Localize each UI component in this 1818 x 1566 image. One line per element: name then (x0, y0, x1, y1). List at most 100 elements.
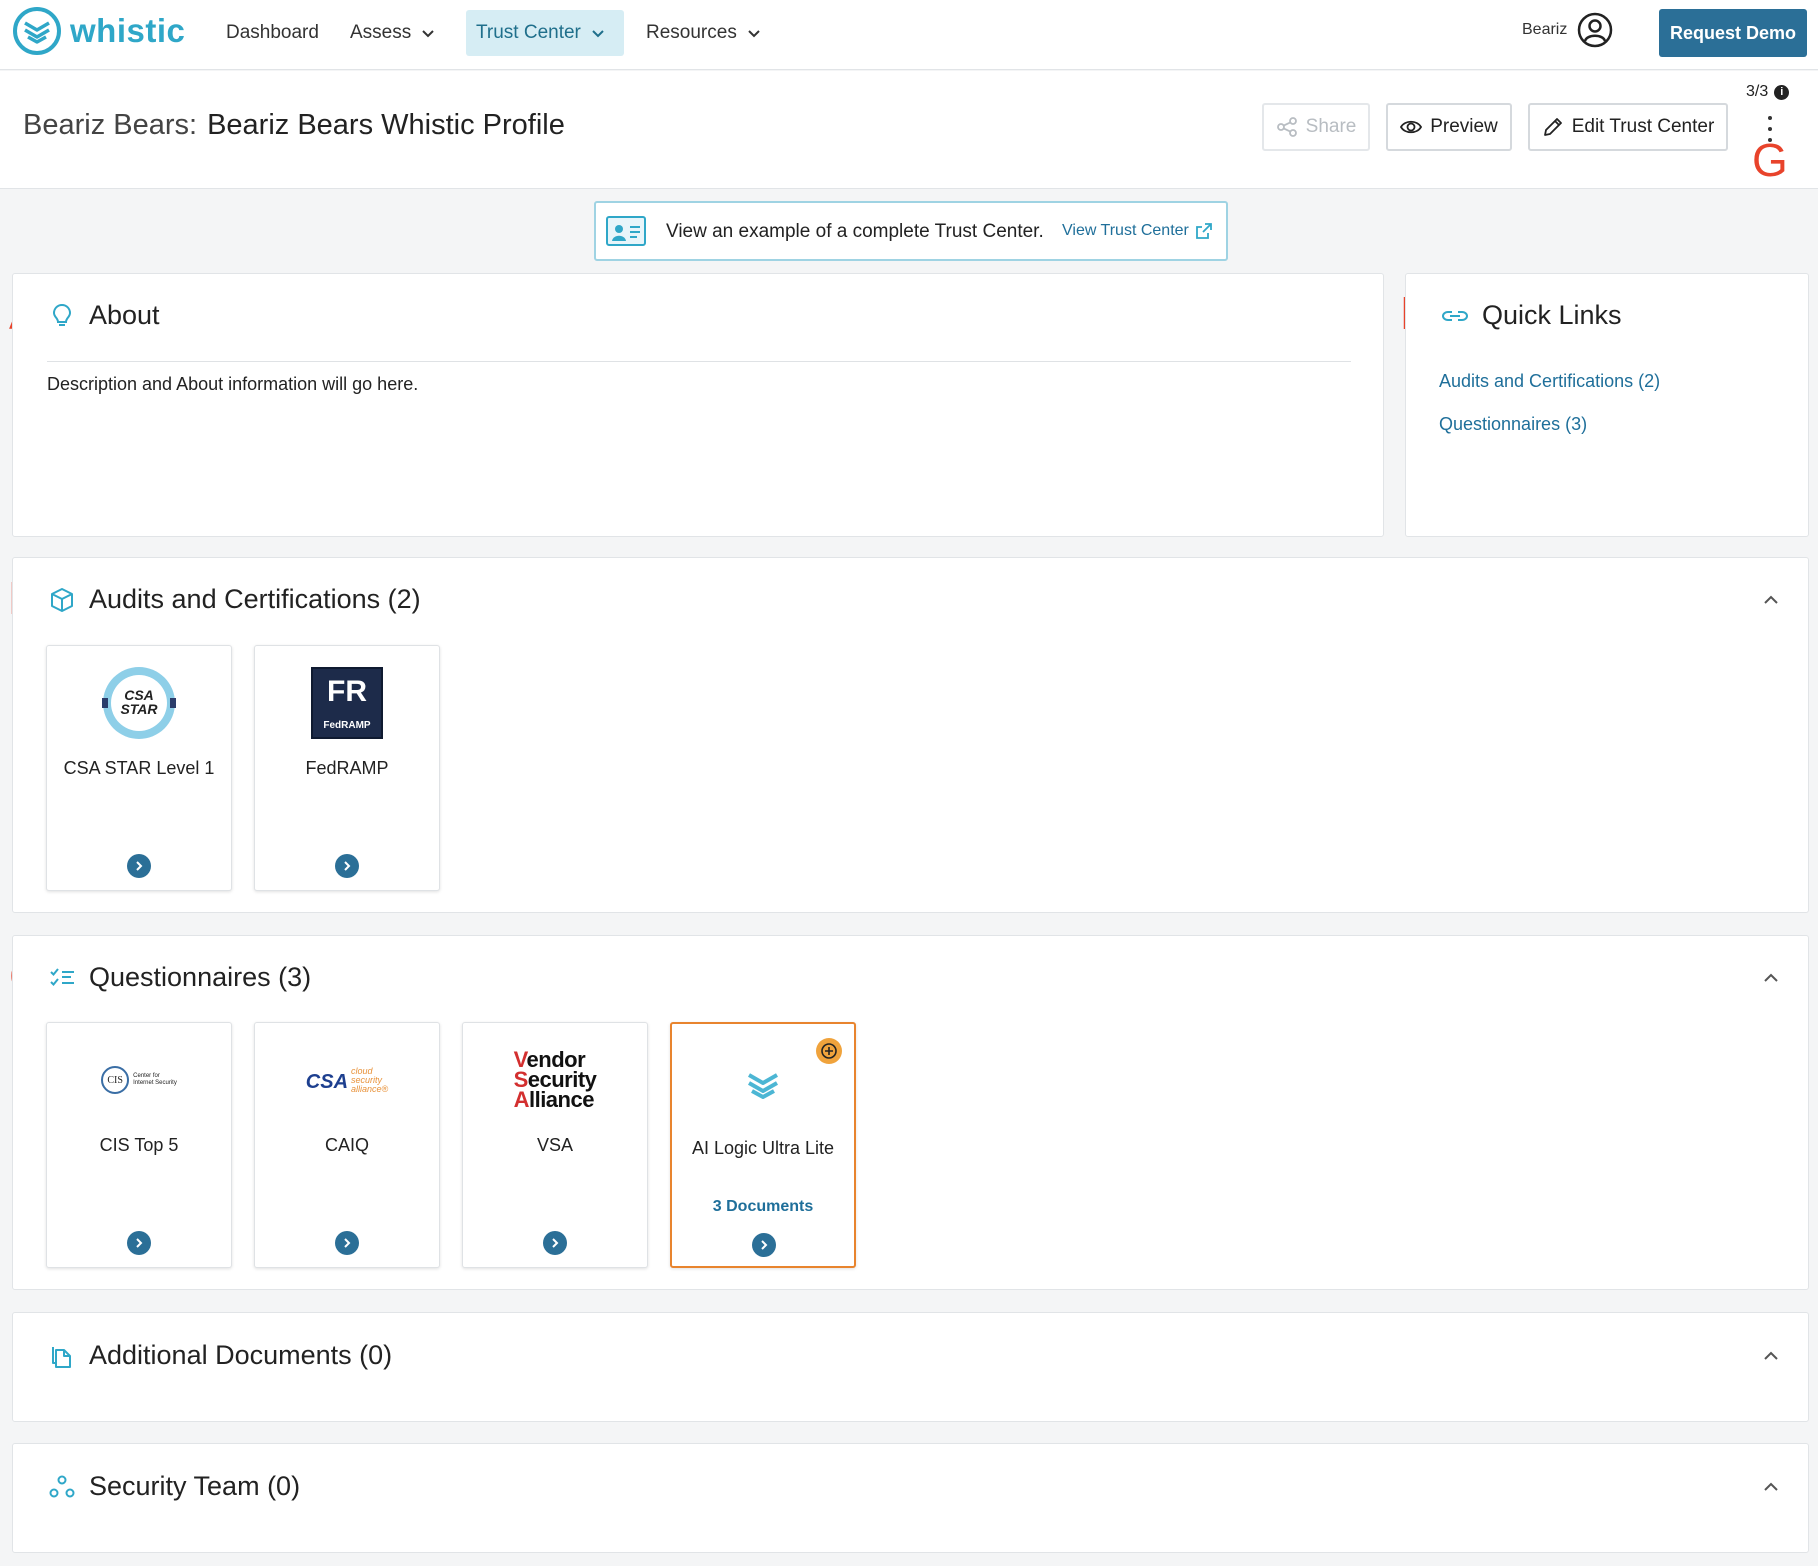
chevron-right-icon[interactable] (127, 854, 151, 878)
cis-logo-sub2: Internet Security (133, 1080, 177, 1086)
about-divider (47, 361, 1351, 362)
cert-tile-csa-star[interactable]: CSA STAR CSA STAR Level 1 (46, 645, 232, 891)
fedramp-logo-icon: FR FedRAMP (255, 666, 439, 740)
cert-label: FedRAMP (305, 758, 389, 778)
nav-dashboard-label: Dashboard (226, 22, 319, 43)
profile-card-icon (606, 216, 646, 246)
fedramp-logo-main: FR (327, 675, 367, 708)
profile-counter: 3/3 i (1746, 83, 1790, 101)
security-team-section: Security Team (0) (12, 1443, 1809, 1553)
chevron-up-icon[interactable] (1762, 591, 1780, 609)
csa-cloud-security-alliance-logo-icon: CSA cloud security alliance® (255, 1043, 439, 1117)
user-menu[interactable]: Beariz (1522, 12, 1613, 48)
security-team-title-text: Security Team (0) (89, 1471, 301, 1501)
example-banner: View an example of a complete Trust Cent… (594, 201, 1228, 261)
eye-icon (1400, 120, 1423, 134)
share-label: Share (1305, 116, 1357, 137)
quick-links-title-text: Quick Links (1482, 300, 1622, 330)
chevron-down-icon (422, 30, 434, 38)
questionnaires-title: Questionnaires (3) (49, 962, 311, 993)
quick-links-title: Quick Links (1442, 300, 1622, 331)
svg-text:STAR: STAR (120, 701, 158, 717)
additional-documents-title: Additional Documents (0) (49, 1340, 392, 1371)
banner-text: View an example of a complete Trust Cent… (666, 221, 1044, 242)
additional-documents-title-text: Additional Documents (0) (89, 1340, 393, 1370)
view-trust-center-link[interactable]: View Trust Center (1062, 222, 1213, 240)
checklist-icon (50, 967, 74, 986)
view-trust-center-label: View Trust Center (1062, 222, 1189, 239)
questionnaire-tile-caiq[interactable]: CSA cloud security alliance® CAIQ (254, 1022, 440, 1268)
cert-label: CSA STAR Level 1 (63, 758, 215, 778)
chevron-down-icon (592, 30, 604, 38)
whistic-mark-icon (672, 1050, 854, 1124)
preview-button[interactable]: Preview (1386, 103, 1512, 151)
chevron-right-icon[interactable] (335, 1231, 359, 1255)
questionnaire-tile-cis[interactable]: CIS Center for Internet Security CIS Top… (46, 1022, 232, 1268)
counter-text: 3/3 (1746, 83, 1769, 100)
audits-title: Audits and Certifications (2) (49, 584, 421, 615)
chevron-right-icon[interactable] (335, 854, 359, 878)
chevron-up-icon[interactable] (1762, 969, 1780, 987)
quick-link-questionnaires[interactable]: Questionnaires (3) (1439, 414, 1587, 435)
cis-logo-text: CIS (101, 1066, 130, 1094)
nav-trust-center[interactable]: Trust Center (466, 10, 624, 56)
cis-logo-icon: CIS Center for Internet Security (47, 1043, 231, 1117)
fedramp-logo-sub: FedRAMP (323, 720, 371, 731)
top-nav: whistic Dashboard Assess Trust Center Re… (0, 0, 1818, 70)
chevron-right-icon[interactable] (127, 1231, 151, 1255)
vendor-security-alliance-logo-icon: Vendor Security Alliance (463, 1043, 647, 1117)
info-icon[interactable]: i (1774, 84, 1790, 100)
additional-documents-section: Additional Documents (0) (12, 1312, 1809, 1422)
audits-section: Audits and Certifications (2) CSA STAR C… (12, 557, 1809, 913)
profile-name: Beariz Bears Whistic Profile (207, 109, 565, 141)
edit-trust-center-button[interactable]: Edit Trust Center (1528, 103, 1728, 151)
user-name: Beariz (1522, 21, 1568, 38)
external-link-icon (1195, 223, 1212, 239)
whistic-logo[interactable]: whistic (12, 6, 185, 56)
nav-assess[interactable]: Assess (340, 10, 445, 56)
documents-icon (52, 1346, 71, 1368)
vsa-logo-line3: Alliance (513, 1087, 595, 1112)
questionnaire-label: CAIQ (324, 1135, 369, 1155)
page-title: Beariz Bears: Beariz Bears Whistic Profil… (23, 109, 565, 142)
user-avatar-icon (1578, 12, 1613, 48)
about-title: About (49, 300, 160, 331)
nav-assess-label: Assess (350, 22, 412, 43)
nav-resources[interactable]: Resources (636, 10, 771, 56)
quick-link-audits[interactable]: Audits and Certifications (2) (1439, 371, 1660, 392)
audits-title-text: Audits and Certifications (2) (89, 584, 421, 614)
chevron-up-icon[interactable] (1762, 1478, 1780, 1496)
chevron-down-icon (748, 30, 760, 38)
org-name: Beariz Bears: (23, 109, 198, 141)
chevron-right-icon[interactable] (752, 1233, 776, 1257)
share-icon (1276, 117, 1297, 137)
about-description: Description and About information will g… (47, 374, 419, 394)
questionnaires-title-text: Questionnaires (3) (89, 962, 312, 992)
cert-tile-fedramp[interactable]: FR FedRAMP FedRAMP (254, 645, 440, 891)
questionnaire-tile-vsa[interactable]: Vendor Security Alliance VSA (462, 1022, 648, 1268)
questionnaires-section: Questionnaires (3) CIS Center for Intern… (12, 935, 1809, 1290)
quick-links-panel: Quick Links Audits and Certifications (2… (1405, 273, 1809, 537)
request-demo-button[interactable]: Request Demo (1659, 9, 1807, 57)
questionnaire-label: AI Logic Ultra Lite (691, 1138, 835, 1158)
preview-label: Preview (1430, 116, 1498, 137)
cis-logo-sub1: Center for (133, 1073, 160, 1079)
nav-dashboard[interactable]: Dashboard (216, 10, 329, 56)
edit-label: Edit Trust Center (1571, 116, 1715, 137)
team-icon (49, 1475, 75, 1497)
pencil-icon (1543, 118, 1562, 136)
nav-trust-center-label: Trust Center (476, 22, 581, 43)
questionnaire-tile-ai-logic[interactable]: AI Logic Ultra Lite 3 Documents (670, 1022, 856, 1268)
csa-logo-main: CSA (305, 1070, 349, 1093)
security-team-title: Security Team (0) (49, 1471, 300, 1502)
lightbulb-icon (52, 303, 72, 326)
share-button[interactable]: Share (1262, 103, 1370, 151)
chevron-right-icon[interactable] (543, 1231, 567, 1255)
annotation-g: G (1752, 134, 1788, 186)
link-icon (1442, 310, 1468, 321)
documents-count-link[interactable]: 3 Documents (672, 1198, 854, 1216)
logo-text: whistic (70, 12, 186, 49)
questionnaire-label: VSA (536, 1135, 574, 1155)
about-title-text: About (89, 300, 160, 330)
chevron-up-icon[interactable] (1762, 1347, 1780, 1365)
